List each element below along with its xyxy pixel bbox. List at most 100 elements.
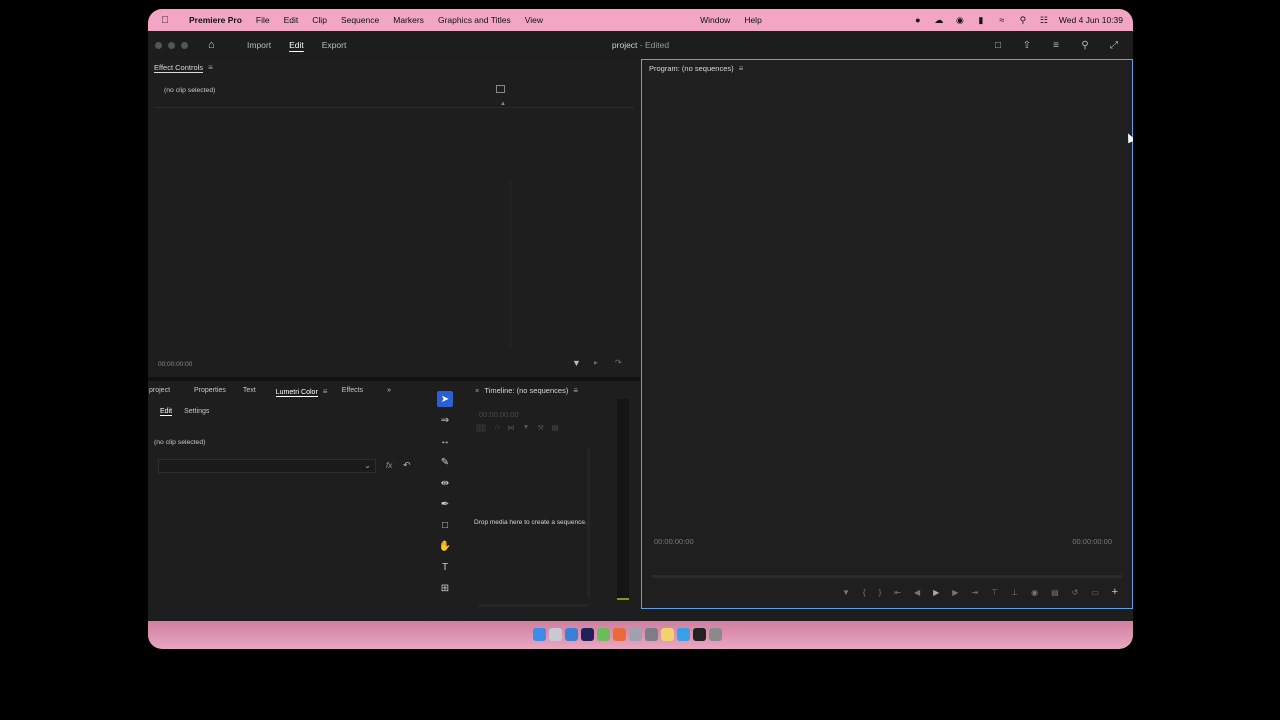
menu-graphics-and-titles[interactable]: Graphics and Titles xyxy=(431,15,518,25)
finder-icon[interactable] xyxy=(533,627,546,641)
search-icon[interactable]: ⚲ xyxy=(1017,15,1029,25)
timeline-timecode[interactable]: 00:00:00:00 xyxy=(479,410,519,419)
horizontal-scrollbar[interactable] xyxy=(478,604,588,607)
apple-icon[interactable]:  xyxy=(148,15,182,26)
razor-tool-icon[interactable]: ✎ xyxy=(437,454,453,470)
go-to-in-icon[interactable]: ⇤ xyxy=(894,588,901,597)
safari-icon[interactable] xyxy=(565,627,578,641)
fullscreen-icon[interactable]: ⤢ xyxy=(1107,38,1121,52)
wrench-icon[interactable]: ⚒ xyxy=(537,424,543,432)
menu-markers[interactable]: Markers xyxy=(386,15,431,25)
panel-menu-icon[interactable]: ≡ xyxy=(739,64,746,73)
zoom-window-button[interactable] xyxy=(181,41,188,49)
menu-window[interactable]: Window xyxy=(693,15,737,25)
safe-margins-icon[interactable]: ▭ xyxy=(1091,588,1099,597)
wifi-icon[interactable]: ≈ xyxy=(996,15,1008,25)
menu-app-name[interactable]: Premiere Pro xyxy=(182,15,249,25)
terminal-icon[interactable] xyxy=(693,627,706,641)
captions-icon[interactable]: ▤ xyxy=(552,424,559,432)
export-frame-icon[interactable]: ◉ xyxy=(1031,588,1038,597)
tab-text[interactable]: Text xyxy=(243,387,276,401)
cloud-icon[interactable]: ☁ xyxy=(933,15,945,25)
linked-selection-icon[interactable]: ⋈ xyxy=(508,424,515,432)
step-back-icon[interactable]: ◀ xyxy=(914,588,920,597)
play-icon[interactable]: ▶ xyxy=(933,588,939,597)
selection-tool-icon[interactable]: ➤ xyxy=(437,391,453,407)
home-icon[interactable]: ⌂ xyxy=(208,39,238,51)
settings-icon[interactable] xyxy=(629,627,642,641)
clock[interactable]: Wed 4 Jun 10:39 xyxy=(1059,15,1123,25)
subtab-edit[interactable]: Edit xyxy=(160,408,173,416)
timeline-tab[interactable]: × Timeline: (no sequences) ≡ xyxy=(475,386,580,395)
insert-icon[interactable]: ⊤ xyxy=(991,588,998,597)
menu-sequence[interactable]: Sequence xyxy=(334,15,386,25)
battery-icon[interactable]: ▮ xyxy=(975,15,987,25)
magnet-icon[interactable]: ∩ xyxy=(494,424,499,432)
add-marker-icon[interactable]: ▼ xyxy=(523,424,530,432)
snap-icon[interactable]: ∷ xyxy=(476,424,487,432)
app-icon[interactable] xyxy=(645,627,658,641)
nav-edit[interactable]: Edit xyxy=(280,40,313,50)
effect-controls-tab[interactable]: Effect Controls ≡ xyxy=(154,63,215,73)
type-tool-icon[interactable]: T xyxy=(437,559,453,575)
mark-in-icon[interactable]: { xyxy=(863,588,866,597)
workspace-icon[interactable]: □ xyxy=(991,38,1005,52)
program-timecode-left[interactable]: 00:00:00:00 xyxy=(654,537,694,546)
pen-tool-icon[interactable]: ✒ xyxy=(437,496,453,512)
menu-help[interactable]: Help xyxy=(737,15,768,25)
add-marker-icon[interactable]: ▼ xyxy=(842,588,850,597)
control-center-icon[interactable]: ☷ xyxy=(1038,15,1050,25)
toggle-timeline-view-icon[interactable] xyxy=(496,85,505,93)
tab-effects[interactable]: Effects xyxy=(342,387,387,401)
record-icon[interactable]: ● xyxy=(912,15,924,25)
slip-tool-icon[interactable]: ⇹ xyxy=(437,475,453,491)
caption-tool-icon[interactable]: ⊞ xyxy=(437,580,453,596)
menu-edit[interactable]: Edit xyxy=(277,15,306,25)
notes-icon[interactable] xyxy=(661,627,674,641)
premiere-pro-icon[interactable] xyxy=(581,627,594,641)
filter-icon[interactable]: ▼ xyxy=(572,358,581,368)
export-icon[interactable]: ↷ xyxy=(615,358,622,367)
comparison-view-icon[interactable]: ▤ xyxy=(1051,588,1059,597)
launchpad-icon[interactable] xyxy=(549,627,562,641)
zoom-icon[interactable]: ⚲ xyxy=(1078,38,1092,52)
mark-out-icon[interactable]: } xyxy=(879,588,882,597)
effect-timecode[interactable]: 00:00:00:00 xyxy=(158,361,192,368)
track-select-tool-icon[interactable]: ⇒ xyxy=(437,412,453,428)
play-audio-icon[interactable]: ▸ xyxy=(594,358,598,367)
tab-lumetri-color[interactable]: Lumetri Color ≡ xyxy=(275,387,342,401)
menu-icon[interactable]: ≡ xyxy=(1049,38,1063,52)
program-scrubber[interactable] xyxy=(652,575,1122,578)
step-forward-icon[interactable]: ▶ xyxy=(952,588,958,597)
hand-tool-icon[interactable]: ✋ xyxy=(437,538,453,554)
panel-menu-icon[interactable]: ≡ xyxy=(208,63,215,72)
go-to-out-icon[interactable]: ⇥ xyxy=(971,588,978,597)
add-button-icon[interactable]: + xyxy=(1112,586,1118,598)
reset-icon[interactable]: ↶ xyxy=(403,460,411,471)
minimize-window-button[interactable] xyxy=(168,41,175,49)
menu-view[interactable]: View xyxy=(518,15,550,25)
telegram-icon[interactable] xyxy=(677,627,690,641)
share-icon[interactable]: ⇧ xyxy=(1020,38,1034,52)
trash-icon[interactable] xyxy=(709,627,722,641)
menu-clip[interactable]: Clip xyxy=(305,15,334,25)
panel-menu-icon[interactable]: ≡ xyxy=(323,387,330,396)
panel-menu-icon[interactable]: ≡ xyxy=(573,386,580,395)
overwrite-icon[interactable]: ⊥ xyxy=(1011,588,1018,597)
ripple-edit-tool-icon[interactable]: ↔ xyxy=(437,433,453,449)
photos-icon[interactable] xyxy=(613,627,626,641)
more-tabs-icon[interactable]: » xyxy=(387,387,401,401)
preset-dropdown[interactable]: ⌄ xyxy=(158,459,376,473)
messages-icon[interactable] xyxy=(597,627,610,641)
close-window-button[interactable] xyxy=(155,41,162,49)
nav-export[interactable]: Export xyxy=(313,40,356,50)
subtab-settings[interactable]: Settings xyxy=(184,408,209,416)
vertical-scrollbar[interactable] xyxy=(587,448,590,598)
creative-cloud-icon[interactable]: ◉ xyxy=(954,15,966,25)
program-tab[interactable]: Program: (no sequences) ≡ xyxy=(649,64,746,73)
close-tab-icon[interactable]: × xyxy=(475,386,479,395)
lift-icon[interactable]: ↺ xyxy=(1072,588,1079,597)
rectangle-tool-icon[interactable]: □ xyxy=(437,517,453,533)
nav-import[interactable]: Import xyxy=(238,40,280,50)
fx-toggle[interactable]: fx xyxy=(386,461,392,470)
